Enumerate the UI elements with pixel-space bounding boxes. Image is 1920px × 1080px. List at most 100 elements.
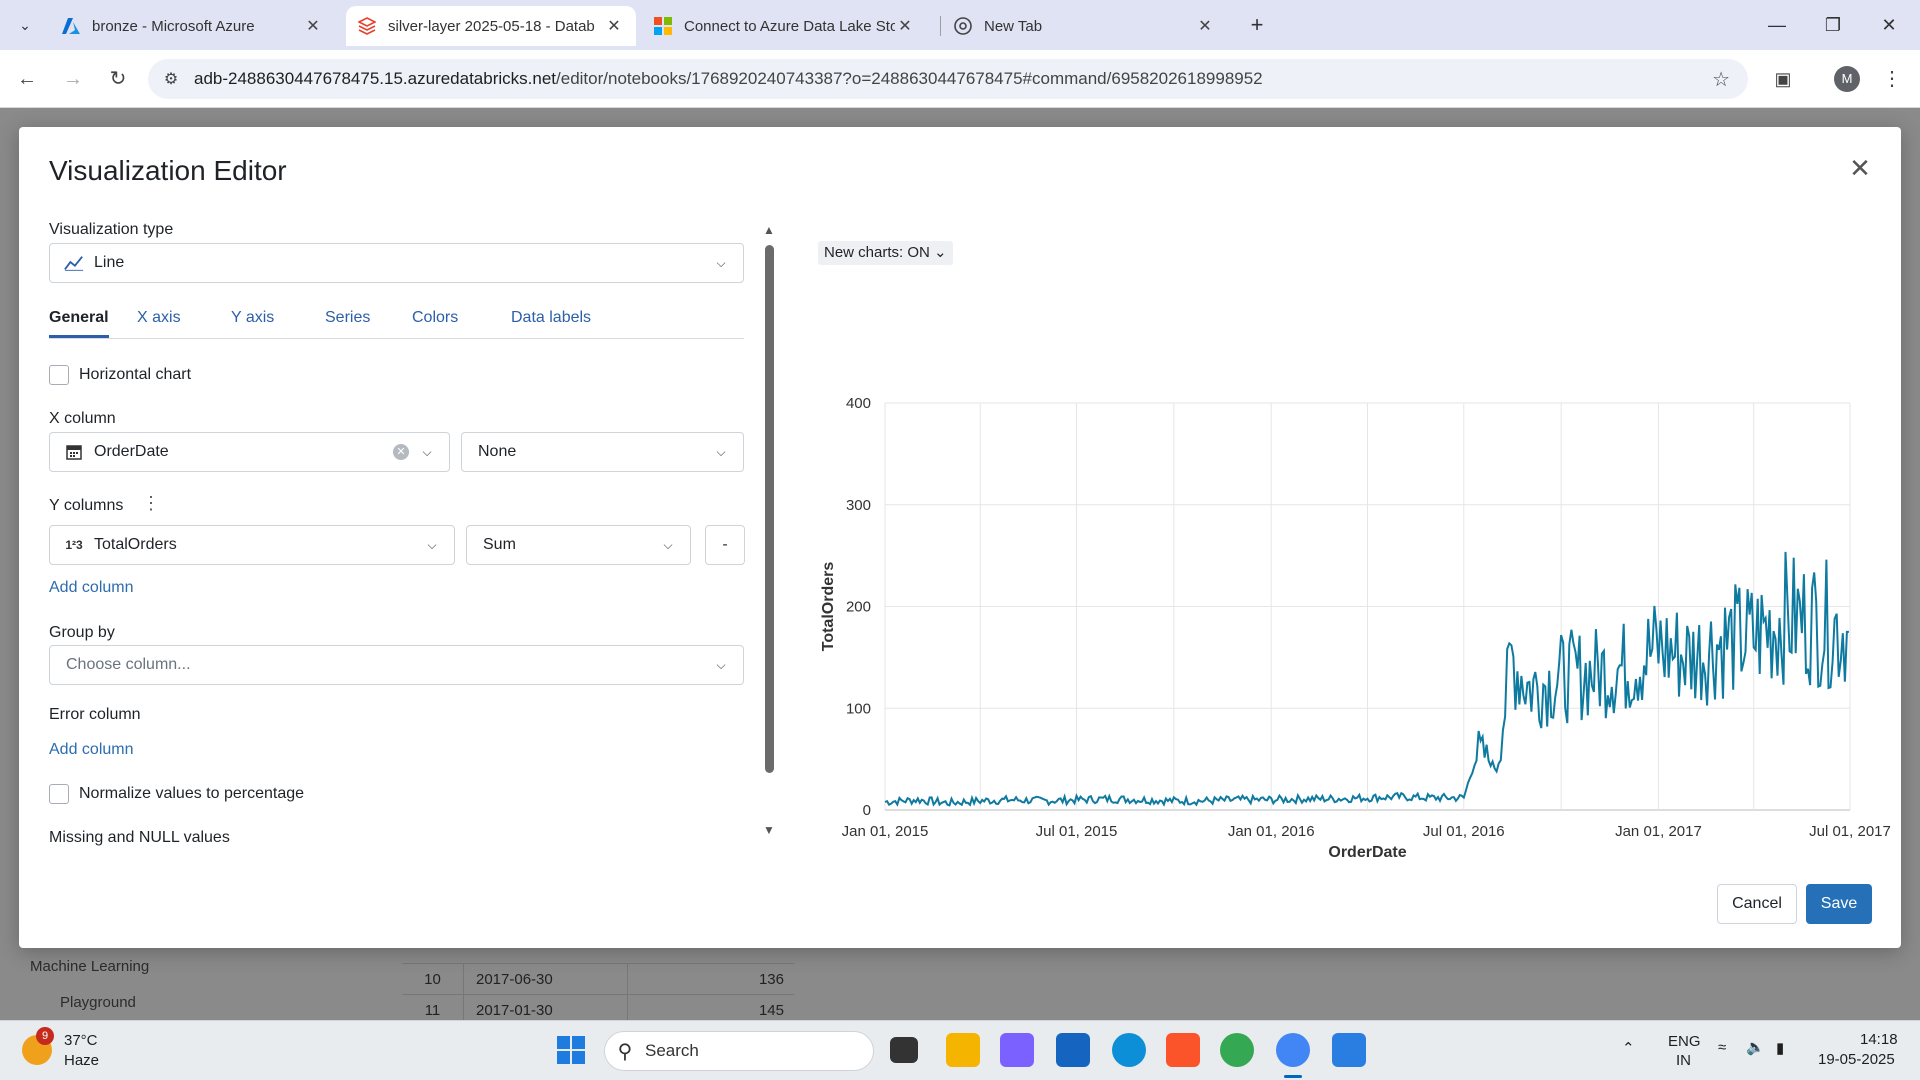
- restore-icon[interactable]: ❐: [1810, 10, 1856, 40]
- tab-title: bronze - Microsoft Azure: [92, 17, 255, 35]
- x-tick-label: Jul 01, 2015: [1036, 823, 1118, 840]
- temperature: 37°C: [64, 1032, 98, 1049]
- line-chart-icon: [64, 254, 84, 272]
- browser-tab-databricks[interactable]: silver-layer 2025-05-18 - Datab ✕: [346, 6, 636, 46]
- browser-tab-azure[interactable]: bronze - Microsoft Azure ✕: [50, 6, 335, 46]
- clock-time[interactable]: 14:18: [1860, 1031, 1898, 1048]
- close-tab-icon[interactable]: ✕: [604, 16, 624, 36]
- x-tick-label: Jan 01, 2017: [1615, 823, 1702, 840]
- tab-colors[interactable]: Colors: [412, 309, 458, 335]
- browser-tab-new[interactable]: New Tab ✕: [942, 6, 1227, 46]
- extensions-icon[interactable]: ▣: [1768, 64, 1798, 94]
- copilot-icon[interactable]: [1000, 1033, 1034, 1067]
- x-axis-title: OrderDate: [1328, 844, 1406, 861]
- battery-icon[interactable]: ▮: [1776, 1039, 1784, 1057]
- more-options-icon[interactable]: ⋮: [142, 493, 160, 514]
- tab-separator: [940, 16, 941, 36]
- y-column-select[interactable]: 1²3 TotalOrders ⌵: [49, 525, 455, 565]
- volume-icon[interactable]: 🔈: [1746, 1038, 1765, 1056]
- y-columns-label: Y columns: [49, 497, 124, 514]
- tab-y-axis[interactable]: Y axis: [231, 309, 274, 335]
- clear-icon[interactable]: ✕: [393, 444, 409, 460]
- active-app-indicator: [1284, 1075, 1302, 1078]
- tab-general[interactable]: General: [49, 309, 109, 338]
- calendar-icon: [64, 444, 84, 460]
- horizontal-chart-label: Horizontal chart: [79, 366, 192, 383]
- close-tab-icon[interactable]: ✕: [303, 16, 323, 36]
- x-tick-label: Jul 01, 2016: [1423, 823, 1505, 840]
- y-tick-label: 400: [846, 395, 871, 412]
- close-tab-icon[interactable]: ✕: [1195, 16, 1215, 36]
- x-scale-select[interactable]: None ⌵: [461, 432, 744, 472]
- visualization-type-select[interactable]: Line ⌵: [49, 243, 744, 283]
- tab-data-labels[interactable]: Data labels: [511, 309, 591, 335]
- table-row: 10 2017-06-30 136: [402, 963, 794, 994]
- save-button[interactable]: Save: [1806, 884, 1872, 924]
- tab-x-axis[interactable]: X axis: [137, 309, 181, 335]
- task-view-icon[interactable]: [890, 1037, 918, 1063]
- tab-search-button[interactable]: ⌄: [8, 12, 42, 38]
- tab-title: New Tab: [984, 17, 1043, 35]
- result-table: 10 2017-06-30 136 11 2017-01-30 145: [402, 963, 794, 1025]
- brave-icon[interactable]: [1166, 1033, 1200, 1067]
- close-window-icon[interactable]: ✕: [1866, 10, 1912, 40]
- language-top[interactable]: ENG: [1668, 1033, 1701, 1050]
- notepad-icon[interactable]: [1332, 1033, 1366, 1067]
- language-bottom[interactable]: IN: [1676, 1052, 1691, 1069]
- site-info-icon[interactable]: ⚙: [148, 69, 194, 89]
- databricks-icon: [358, 17, 376, 35]
- chevron-down-icon: ⌵: [716, 255, 726, 270]
- myhp-icon[interactable]: [1056, 1033, 1090, 1067]
- new-tab-icon[interactable]: +: [1244, 12, 1270, 38]
- chrome-profile-icon[interactable]: [1276, 1033, 1310, 1067]
- close-tab-icon[interactable]: ✕: [895, 16, 915, 36]
- group-by-select[interactable]: Choose column... ⌵: [49, 645, 744, 685]
- url-text[interactable]: adb-2488630447678475.15.azuredatabricks.…: [194, 69, 1263, 89]
- browser-tab-data-lake[interactable]: Connect to Azure Data Lake Sto ✕: [642, 6, 927, 46]
- tab-series[interactable]: Series: [325, 309, 370, 335]
- sidebar-item-machine-learning: Machine Learning: [30, 958, 150, 975]
- back-icon[interactable]: ←: [12, 64, 42, 94]
- normalize-checkbox[interactable]: [49, 784, 69, 804]
- microsoft-icon: [654, 17, 672, 35]
- file-explorer-icon[interactable]: [946, 1033, 980, 1067]
- remove-column-button[interactable]: -: [705, 525, 745, 565]
- azure-icon: [62, 17, 80, 35]
- add-error-column-link[interactable]: Add column: [49, 741, 134, 759]
- y-aggregation-select[interactable]: Sum ⌵: [466, 525, 691, 565]
- cancel-button[interactable]: Cancel: [1717, 884, 1797, 924]
- notification-badge: 9: [36, 1027, 54, 1045]
- scroll-down-icon[interactable]: ▼: [761, 823, 777, 837]
- visualization-editor-modal: Visualization Editor ✕ Visualization typ…: [19, 127, 1901, 948]
- y-tick-label: 200: [846, 599, 871, 616]
- wifi-icon[interactable]: ≈: [1718, 1039, 1726, 1056]
- forward-icon[interactable]: →: [58, 64, 88, 94]
- edge-icon[interactable]: [1112, 1033, 1146, 1067]
- sidebar-item-playground: Playground: [60, 994, 136, 1011]
- taskbar-search[interactable]: ⚲ Search: [604, 1031, 874, 1071]
- settings-scrollbar[interactable]: ▲ ▼: [761, 223, 777, 839]
- windows-start-icon[interactable]: [554, 1033, 588, 1067]
- scroll-thumb[interactable]: [765, 245, 774, 773]
- browser-menu-icon[interactable]: ⋮: [1882, 64, 1902, 94]
- horizontal-chart-checkbox[interactable]: [49, 365, 69, 385]
- group-by-label: Group by: [49, 624, 115, 641]
- scroll-up-icon[interactable]: ▲: [761, 223, 777, 237]
- close-icon[interactable]: ✕: [1845, 153, 1875, 183]
- minimize-icon[interactable]: —: [1754, 10, 1800, 40]
- clock-date[interactable]: 19-05-2025: [1818, 1051, 1895, 1068]
- bookmark-star-icon[interactable]: ☆: [1712, 67, 1730, 92]
- chrome-icon[interactable]: [1220, 1033, 1254, 1067]
- y-axis-title: TotalOrders: [820, 562, 837, 652]
- address-bar[interactable]: ⚙ adb-2488630447678475.15.azuredatabrick…: [148, 59, 1748, 99]
- weather-condition: Haze: [64, 1052, 100, 1069]
- reload-icon[interactable]: ↻: [103, 64, 133, 94]
- profile-avatar[interactable]: M: [1834, 66, 1860, 92]
- missing-null-label: Missing and NULL values: [49, 829, 230, 846]
- chevron-down-icon: ⌵: [422, 444, 432, 459]
- x-tick-label: Jan 01, 2016: [1228, 823, 1315, 840]
- x-column-select[interactable]: OrderDate ✕ ⌵: [49, 432, 450, 472]
- editor-tabs: General X axis Y axis Series Colors Data…: [49, 305, 744, 339]
- show-hidden-icons[interactable]: ⌃: [1622, 1039, 1635, 1057]
- add-y-column-link[interactable]: Add column: [49, 579, 134, 597]
